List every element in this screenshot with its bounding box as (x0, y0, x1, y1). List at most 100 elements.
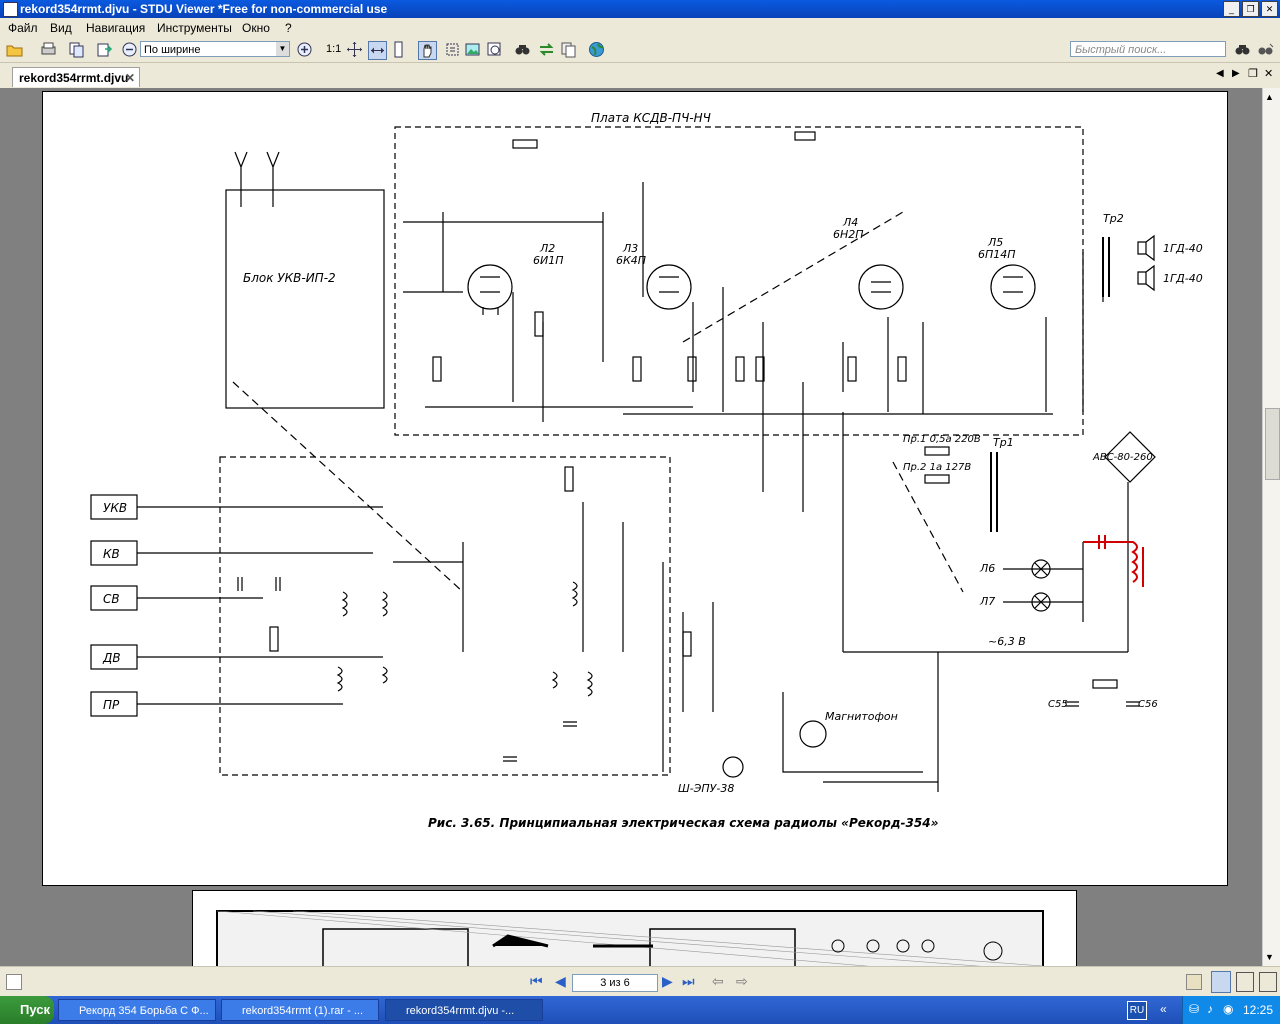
zoom-mode-select[interactable]: По ширине ▼ (140, 41, 290, 57)
tape-connector (799, 720, 827, 748)
print-icon[interactable] (40, 41, 57, 58)
ukv-block (225, 189, 385, 409)
figure-caption: Рис. 3.65. Принципиальная электрическая … (428, 816, 939, 830)
fit-page-icon[interactable] (346, 41, 363, 58)
single-page-view-icon[interactable] (1211, 971, 1231, 993)
view-mode-icon[interactable] (1186, 974, 1202, 990)
document-page-3: Плата КСДВ-ПЧ-НЧ Блок УКВ-ИП-2 УКВ КВ СВ… (42, 91, 1228, 886)
swap-icon[interactable] (538, 41, 555, 58)
quick-search-input[interactable]: Быстрый поиск... (1070, 41, 1226, 57)
tray-volume-icon[interactable]: ♪ (1207, 1002, 1213, 1016)
speakers (1137, 234, 1155, 292)
fit-height-icon[interactable] (390, 41, 407, 58)
last-page-icon[interactable]: ⏭ (682, 973, 695, 990)
tab-close-icon[interactable]: ✕ (125, 68, 135, 88)
open-folder-icon[interactable] (6, 41, 23, 58)
select-image-icon[interactable] (464, 41, 481, 58)
zoom-in-icon[interactable] (296, 41, 313, 58)
history-back-icon[interactable]: ⇦ (712, 973, 724, 990)
scroll-thumb[interactable] (1265, 408, 1280, 480)
schematic-diagram: Плата КСДВ-ПЧ-НЧ Блок УКВ-ИП-2 УКВ КВ СВ… (90, 111, 1203, 830)
tab-next-icon[interactable]: ▶ (1232, 68, 1240, 79)
document-tab-bar: rekord354rrmt.djvu ✕ ◀ ▶ ❐ ✕ (0, 63, 1280, 88)
tube-l2 (467, 264, 513, 315)
tr2-label: Тр2 (1103, 212, 1124, 225)
next-page-icon[interactable]: ▶ (662, 973, 673, 990)
task-stdu-viewer[interactable]: rekord354rrmt.djvu -... (385, 999, 543, 1021)
pages-icon[interactable] (560, 41, 577, 58)
hand-tool-icon[interactable] (418, 41, 437, 60)
epu-wiring (682, 602, 939, 792)
wiring-lower (393, 502, 664, 772)
search-icon[interactable] (1234, 41, 1251, 58)
tray-app-icon[interactable]: ◉ (1223, 1002, 1233, 1016)
grid-view-icon[interactable] (1259, 972, 1277, 992)
maximize-button[interactable]: ❐ (1242, 1, 1259, 17)
inductor-coils (336, 581, 593, 697)
toolbar: По ширине ▼ 1:1 Быстрый поиск... (0, 38, 1280, 63)
language-indicator[interactable]: RU (1127, 1001, 1147, 1020)
band-kv-label: КВ (103, 547, 120, 561)
start-button[interactable]: Пуск (0, 996, 54, 1024)
scroll-down-icon[interactable]: ▼ (1265, 952, 1274, 962)
tube-l5 (990, 264, 1036, 310)
export-icon[interactable] (96, 41, 113, 58)
actual-size-button[interactable]: 1:1 (326, 43, 341, 55)
tray-expand-icon[interactable]: « (1160, 1002, 1167, 1016)
copy-page-icon[interactable] (68, 41, 85, 58)
task-chrome-rekord[interactable]: Рекорд 354 Борьба С Ф... (58, 999, 216, 1021)
input-board-outline (219, 456, 671, 776)
language-label: RU (1129, 1005, 1145, 1016)
task-winrar[interactable]: rekord354rrmt (1).rar - ... (221, 999, 379, 1021)
minimize-button[interactable]: _ (1223, 1, 1240, 17)
chevron-down-icon: ▼ (276, 42, 289, 56)
scroll-up-icon[interactable]: ▲ (1265, 92, 1274, 102)
band-dv-label: ДВ (102, 651, 121, 665)
menu-file[interactable]: Файл (8, 21, 38, 35)
menu-tools[interactable]: Инструменты (157, 21, 232, 35)
mechanical-linkage (232, 211, 964, 593)
history-forward-icon[interactable]: ⇨ (736, 973, 748, 990)
app-icon (3, 2, 18, 17)
tab-restore-icon[interactable]: ❐ (1248, 67, 1258, 80)
vertical-scrollbar[interactable]: ▲ ▼ (1262, 88, 1280, 966)
tab-prev-icon[interactable]: ◀ (1216, 68, 1224, 79)
tray-network-icon[interactable]: ⛁ (1189, 1002, 1199, 1016)
zoom-out-icon[interactable] (121, 41, 138, 58)
tab-close-all-icon[interactable]: ✕ (1264, 67, 1273, 80)
web-globe-icon[interactable] (588, 41, 605, 58)
tube-l5-type: 6П14П (978, 248, 1016, 261)
pcb-drawing (216, 910, 1044, 966)
tube-l4-type: 6Н2П (833, 228, 864, 241)
prev-page-icon[interactable]: ◀ (555, 973, 566, 990)
menu-navigation[interactable]: Навигация (86, 21, 145, 35)
zoom-area-icon[interactable] (486, 41, 503, 58)
search-options-icon[interactable] (1257, 41, 1274, 58)
navigation-bar: ⏮ ◀ 3 из 6 ▶ ⏭ ⇦ ⇨ (0, 966, 1280, 997)
bridge-label: АВС-80-260 (1092, 452, 1153, 463)
fit-width-icon[interactable] (368, 41, 387, 60)
lamp-l6-label: Л6 (979, 562, 995, 575)
zoom-mode-value: По ширине (144, 44, 201, 56)
speaker2-label: 1ГД-40 (1163, 272, 1203, 285)
find-icon[interactable] (514, 41, 531, 58)
sidebar-toggle-icon[interactable] (6, 974, 22, 990)
document-viewport[interactable]: Плата КСДВ-ПЧ-НЧ Блок УКВ-ИП-2 УКВ КВ СВ… (0, 88, 1262, 966)
two-page-view-icon[interactable] (1236, 972, 1254, 992)
tape-label: Магнитофон (825, 710, 898, 723)
first-page-icon[interactable]: ⏮ (530, 973, 543, 990)
page-number-field[interactable]: 3 из 6 (572, 974, 658, 992)
menu-help[interactable]: ? (285, 21, 292, 35)
menu-view[interactable]: Вид (50, 21, 72, 35)
fuse1-label: Пр.1 0,5а 220В (903, 434, 981, 445)
band-sv-label: СВ (103, 592, 120, 606)
select-text-icon[interactable] (444, 41, 461, 58)
band-pr-label: ПР (103, 698, 120, 712)
clock: 12:25 (1242, 1003, 1273, 1017)
menu-window[interactable]: Окно (242, 21, 270, 35)
tube-l3-type: 6К4П (616, 254, 646, 267)
close-button[interactable]: ✕ (1261, 1, 1278, 17)
tab-rekord354rrmt[interactable]: rekord354rrmt.djvu ✕ (12, 67, 140, 87)
c56-label: C56 (1138, 699, 1158, 710)
task-winrar-label: rekord354rrmt (1).rar - ... (242, 1005, 364, 1017)
